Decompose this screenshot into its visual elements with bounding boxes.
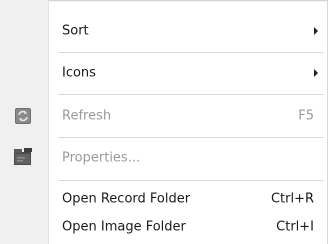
menu-top-shadow [0, 0, 328, 2]
menu-separator [58, 137, 324, 138]
menu-item-properties[interactable]: Properties... [0, 141, 328, 175]
context-menu: Sort Icons Refresh F5 Properties... Open… [0, 0, 328, 244]
submenu-arrow-icon [314, 69, 318, 77]
menu-item-label: Open Record Folder [62, 191, 191, 207]
menu-item-refresh[interactable]: Refresh F5 [0, 99, 328, 133]
menu-item-sort[interactable]: Sort [0, 14, 328, 48]
menu-item-label: Sort [62, 23, 89, 39]
menu-separator [58, 52, 324, 53]
submenu-arrow-icon [314, 27, 318, 35]
menu-item-icons[interactable]: Icons [0, 56, 328, 90]
refresh-icon [13, 106, 33, 126]
menu-separator [58, 94, 324, 95]
menu-item-shortcut: F5 [298, 108, 314, 124]
menu-item-label: Icons [62, 65, 96, 81]
properties-icon [13, 147, 33, 167]
menu-item-label: Refresh [62, 108, 112, 124]
menu-item-shortcut: Ctrl+I [276, 219, 314, 235]
menu-item-label: Open Image Folder [62, 219, 186, 235]
menu-item-open-image-folder[interactable]: Open Image Folder Ctrl+I [0, 210, 328, 244]
menu-separator [58, 180, 324, 181]
menu-item-shortcut: Ctrl+R [270, 191, 314, 207]
menu-item-label: Properties... [62, 150, 141, 166]
